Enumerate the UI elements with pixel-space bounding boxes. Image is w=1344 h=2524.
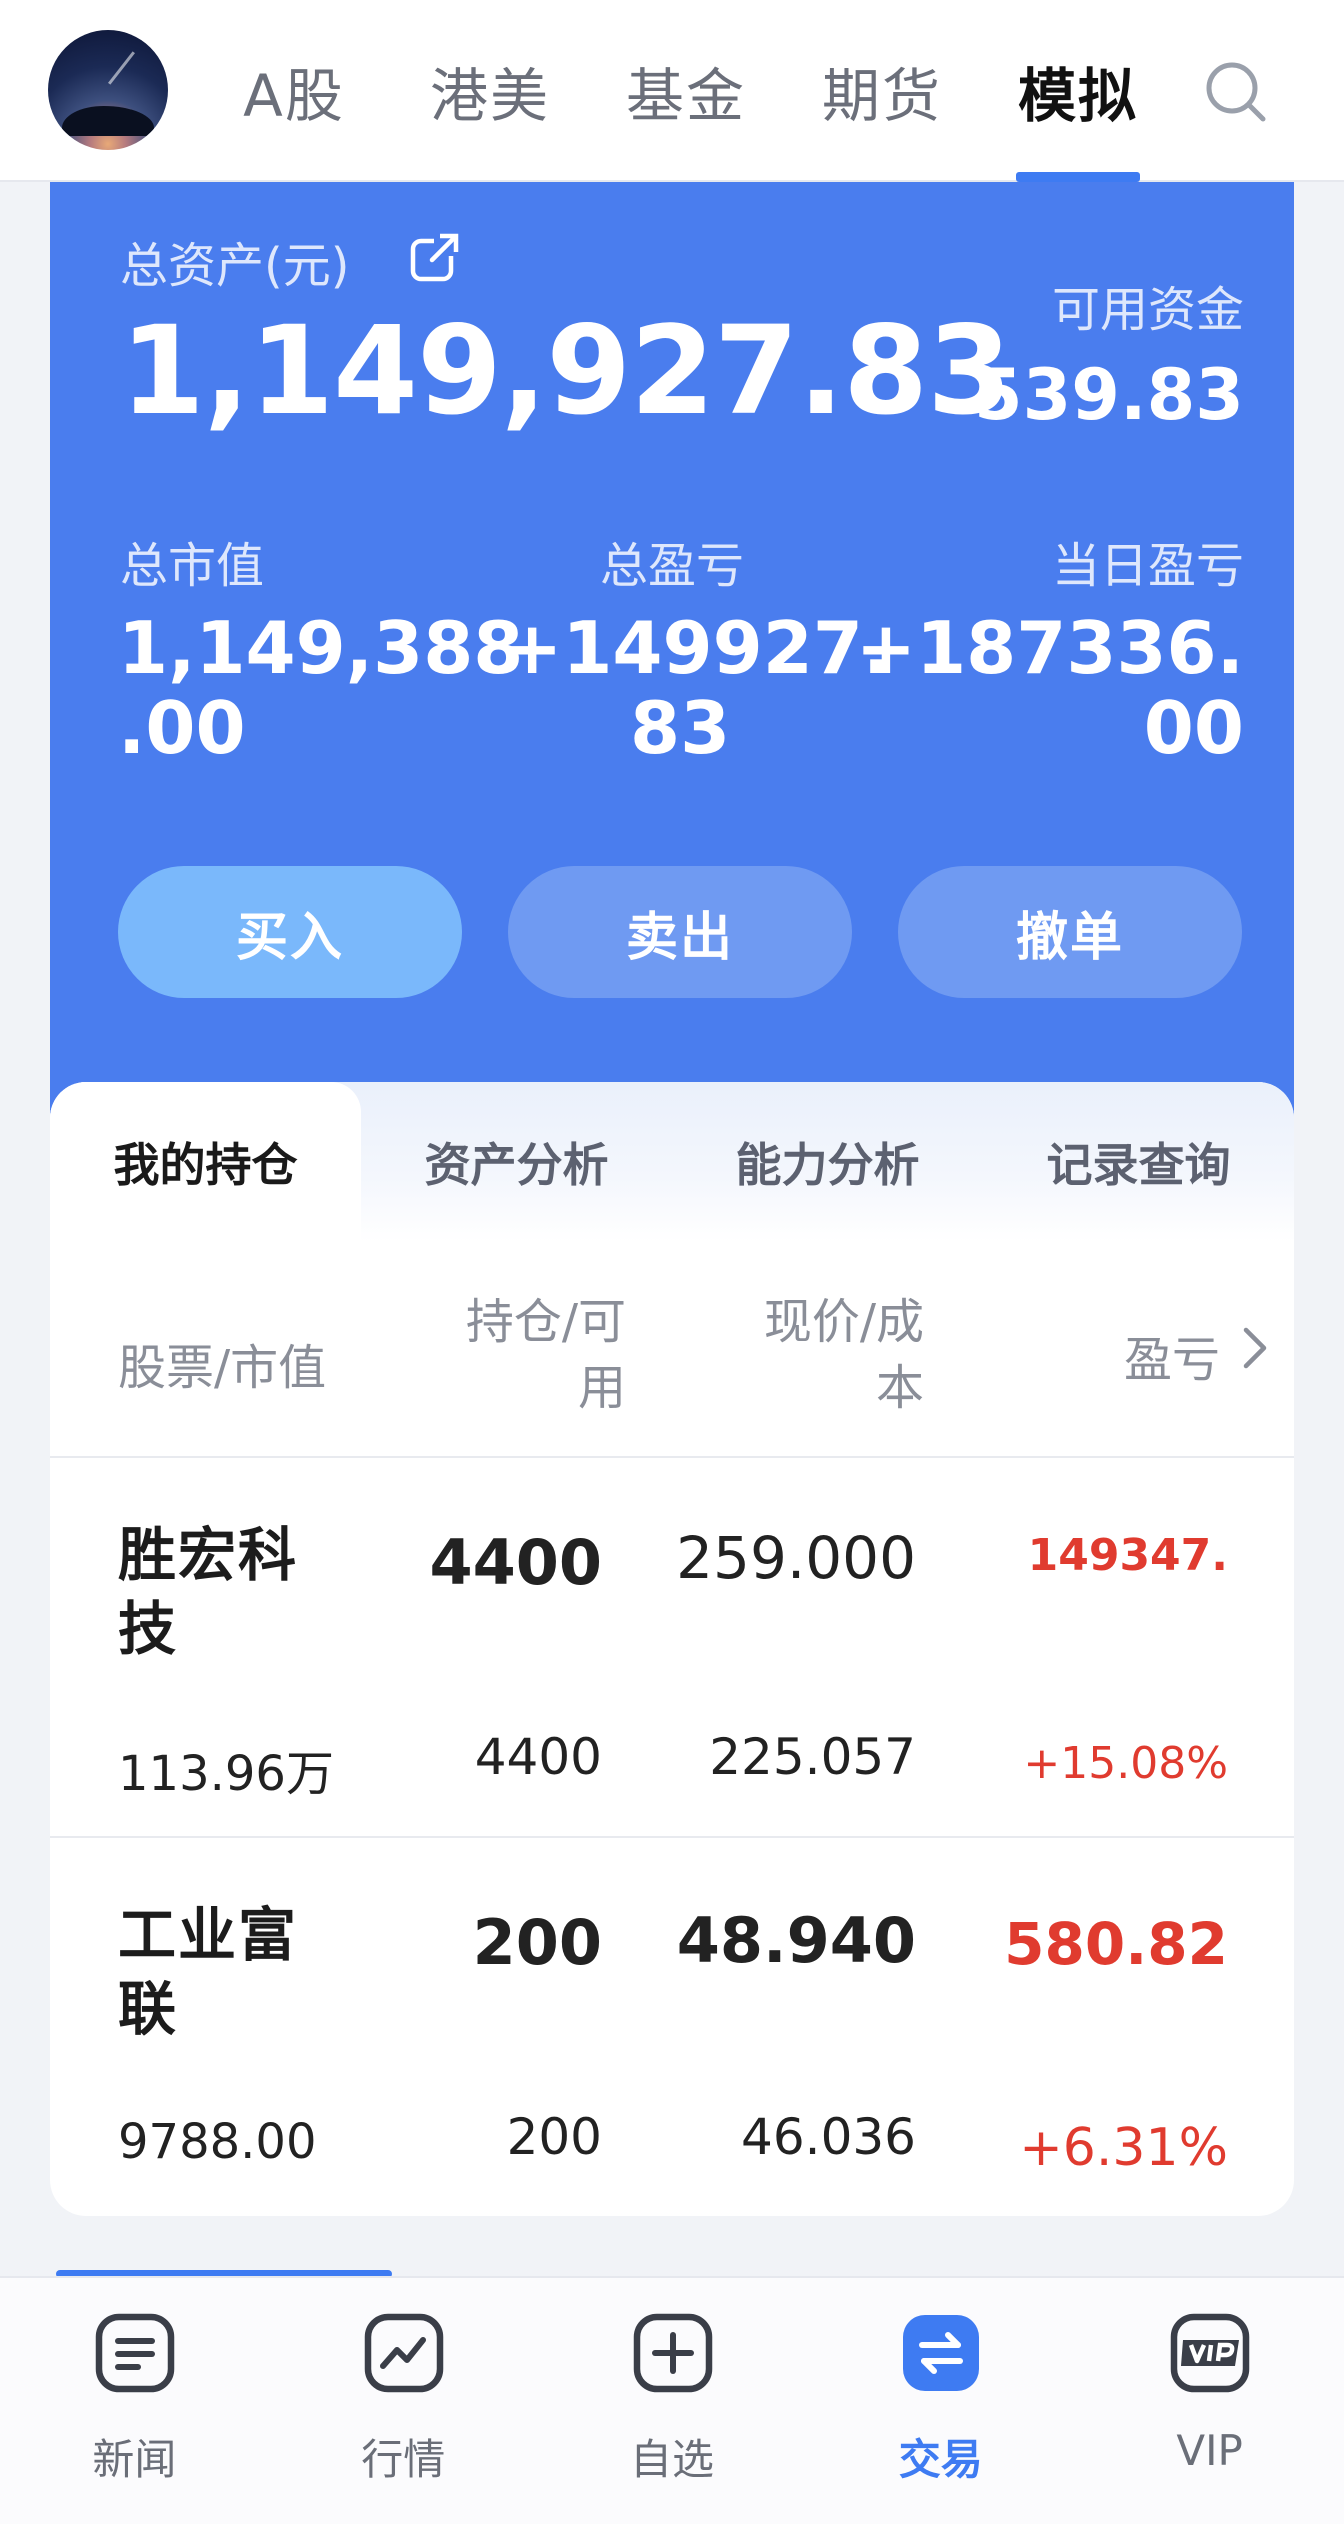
account-summary-card: 总资产(元) 1,149,927.83 可用资金 539.83 总市值 1,14…	[50, 182, 1294, 1132]
stock-name: 工业富联	[118, 1901, 299, 2043]
nav-watchlist[interactable]: 自选	[538, 2278, 807, 2524]
total-assets-value: 1,149,927.83	[120, 300, 1012, 442]
col-stock-market-value: 股票/市值	[118, 1340, 327, 1396]
current-price: 259.000	[676, 1524, 916, 1592]
daily-pnl-label: 当日盈亏	[1051, 538, 1244, 594]
pnl-amount: 580.82	[1004, 1910, 1228, 1978]
chart-icon	[364, 2313, 444, 2393]
bottom-navigation: 新闻 行情 自选 交易 VIP	[0, 2276, 1344, 2524]
tab-ability-analysis[interactable]: 能力分析	[672, 1082, 983, 1242]
avatar[interactable]	[48, 30, 168, 150]
buy-button[interactable]: 买入	[118, 866, 462, 998]
tab-asset-analysis[interactable]: 资产分析	[361, 1082, 672, 1242]
available-qty: 200	[506, 2108, 602, 2166]
col-holding-line1: 持仓/可	[465, 1294, 626, 1350]
news-icon	[95, 2313, 175, 2393]
market-value-label: 总市值	[120, 538, 265, 594]
chevron-right-icon[interactable]	[1236, 1318, 1276, 1378]
market-value-line1: 1,149,388	[118, 606, 524, 690]
tab-my-positions[interactable]: 我的持仓	[50, 1082, 361, 1242]
nav-news[interactable]: 新闻	[0, 2278, 269, 2524]
tab-record-query[interactable]: 记录查询	[983, 1082, 1294, 1242]
nav-watchlist-label: 自选	[629, 2435, 714, 2484]
tab-futures[interactable]: 期货	[784, 0, 980, 182]
table-row[interactable]: 工业富联 9788.00 200 200 48.940 46.036 580.8…	[50, 1836, 1294, 2216]
available-funds-value: 539.83	[973, 354, 1244, 436]
daily-pnl-line1: +187336.	[855, 606, 1244, 690]
tab-hk-us[interactable]: 港美	[392, 0, 588, 182]
tab-simulated[interactable]: 模拟	[980, 0, 1176, 182]
holding-qty: 4400	[429, 1526, 602, 1599]
positions-tabs: 我的持仓 资产分析 能力分析 记录查询	[50, 1082, 1294, 1242]
stock-market-value: 113.96万	[118, 1746, 334, 1802]
table-row[interactable]: 胜宏科技 113.96万 4400 4400 259.000 225.057 1…	[50, 1456, 1294, 1836]
cancel-order-button[interactable]: 撤单	[898, 866, 1242, 998]
add-watchlist-icon	[633, 2313, 712, 2393]
tab-a-shares[interactable]: A股	[196, 0, 392, 182]
positions-panel: 我的持仓 资产分析 能力分析 记录查询 股票/市值 持仓/可 用 现价/成 本 …	[50, 1082, 1294, 2216]
total-pnl-label: 总盈亏	[600, 538, 745, 594]
nav-vip[interactable]: VIP	[1075, 2278, 1344, 2524]
nav-market-label: 行情	[361, 2435, 446, 2484]
total-pnl-line2: 83	[630, 686, 731, 770]
market-tabs: A股 港美 基金 期货 模拟	[196, 0, 1176, 182]
search-icon[interactable]	[1200, 56, 1272, 128]
available-funds-label: 可用资金	[1051, 282, 1244, 338]
trade-exchange-icon	[903, 2315, 980, 2391]
cost-price: 225.057	[709, 1728, 916, 1786]
current-price: 48.940	[676, 1904, 916, 1977]
col-price-line1: 现价/成	[763, 1294, 924, 1350]
top-navigation: A股 港美 基金 期货 模拟	[0, 0, 1344, 182]
total-pnl-line1: +149927.	[502, 606, 891, 690]
holding-qty: 200	[472, 1906, 602, 1979]
col-price-line2: 本	[875, 1360, 924, 1416]
nav-trade[interactable]: 交易	[806, 2278, 1075, 2524]
nav-vip-label: VIP	[1176, 2426, 1243, 2475]
stock-market-value: 9788.00	[118, 2114, 317, 2170]
market-value-line2: .00	[118, 686, 246, 770]
daily-pnl-line2: 00	[1143, 686, 1244, 770]
nav-trade-label: 交易	[898, 2435, 983, 2484]
cost-price: 46.036	[741, 2108, 916, 2166]
positions-table-header: 股票/市值 持仓/可 用 现价/成 本 盈亏	[50, 1282, 1294, 1418]
pnl-percent: +15.08%	[1023, 1738, 1228, 1789]
pnl-percent: +6.31%	[1019, 2118, 1228, 2178]
col-pnl[interactable]: 盈亏	[1124, 1320, 1220, 1390]
total-assets-label: 总资产(元)	[120, 238, 350, 294]
nav-news-label: 新闻	[92, 2435, 177, 2484]
tab-funds[interactable]: 基金	[588, 0, 784, 182]
nav-market[interactable]: 行情	[269, 2278, 538, 2524]
col-holding-line2: 用	[577, 1360, 626, 1416]
sell-button[interactable]: 卖出	[508, 866, 852, 998]
available-qty: 4400	[474, 1728, 602, 1786]
pnl-amount: 149347.	[1027, 1530, 1228, 1581]
vip-icon	[1170, 2313, 1250, 2393]
external-link-icon[interactable]	[408, 230, 462, 284]
stock-name: 胜宏科技	[118, 1521, 299, 1663]
